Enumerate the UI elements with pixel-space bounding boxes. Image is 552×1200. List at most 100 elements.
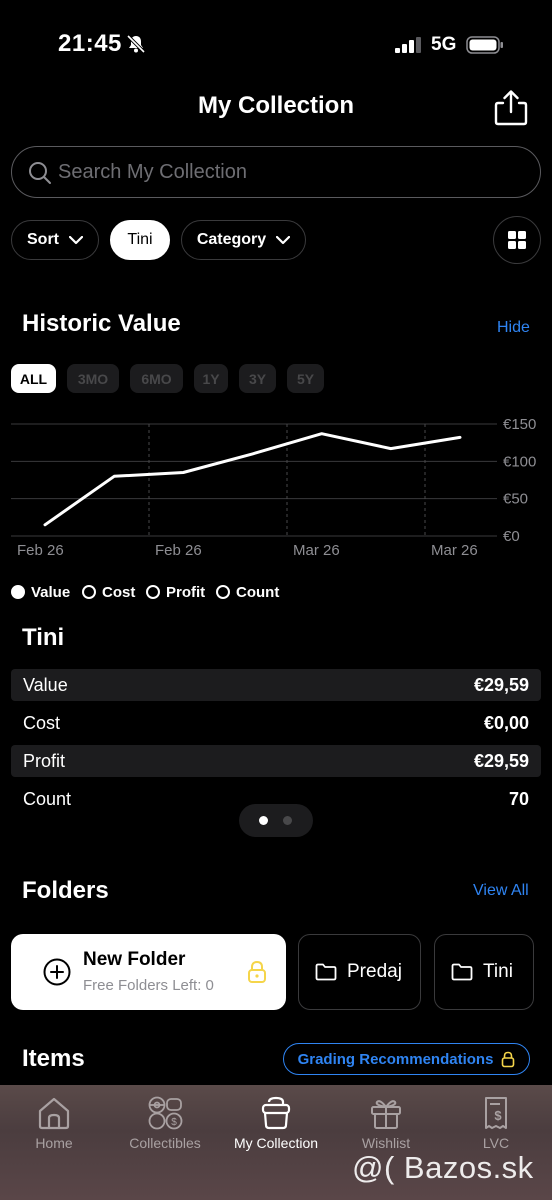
radio-icon [216, 585, 230, 599]
page-dot-active [259, 816, 268, 825]
category-button[interactable]: Category [181, 220, 306, 260]
lock-icon [248, 960, 266, 983]
grid-view-button[interactable] [493, 216, 541, 264]
view-all-link[interactable]: View All [473, 882, 529, 900]
plus-circle-icon [43, 958, 71, 986]
sort-button[interactable]: Sort [11, 220, 99, 260]
range-6mo[interactable]: 6MO [130, 364, 183, 393]
range-1y[interactable]: 1Y [194, 364, 228, 393]
stat-value: €29,59 [473, 750, 529, 771]
folder-tini[interactable]: Tini [434, 934, 534, 1010]
radio-icon [82, 585, 96, 599]
chevron-down-icon [276, 235, 291, 244]
chip-label: Tini [127, 231, 153, 248]
y-tick-label: €0 [503, 528, 520, 545]
stat-row-profit: Profit €29,59 [11, 745, 541, 777]
summary-title: Tini [22, 624, 65, 651]
range-5y[interactable]: 5Y [287, 364, 324, 393]
status-bar: 21:45 5G [0, 0, 552, 90]
folder-icon [315, 963, 337, 981]
x-tick-label: Mar 26 [431, 542, 478, 559]
x-tick-label: Mar 26 [293, 542, 340, 559]
grading-recommendations-button[interactable]: Grading Recommendations [283, 1043, 530, 1075]
tab-collectibles[interactable]: $ Collectibles [115, 1095, 215, 1151]
bell-muted-icon [126, 34, 146, 54]
range-3y[interactable]: 3Y [239, 364, 276, 393]
network-label: 5G [431, 34, 457, 55]
range-all[interactable]: ALL [11, 364, 56, 393]
share-icon[interactable] [492, 88, 530, 128]
signal-icon [395, 37, 421, 53]
grading-label: Grading Recommendations [297, 1050, 494, 1068]
status-time: 21:45 [58, 30, 122, 57]
items-title: Items [22, 1045, 85, 1072]
page-title: My Collection [197, 92, 354, 119]
collection-box-icon [261, 1096, 291, 1130]
legend-label: Value [31, 583, 71, 601]
page-dot [283, 816, 292, 825]
legend-label: Count [236, 583, 280, 601]
series-line [43, 432, 462, 527]
historic-value-chart: €150 €100 €50 €0 Feb 26 Feb 26 Mar 26 Mar 26 [11, 416, 536, 559]
legend-value[interactable]: Value [11, 582, 70, 602]
tab-my-collection[interactable]: My Collection [225, 1095, 327, 1151]
chevron-down-icon [69, 235, 83, 244]
radio-icon [146, 585, 160, 599]
sort-label: Sort [27, 231, 59, 248]
historic-value-title: Historic Value [22, 310, 181, 337]
stat-label: Cost [23, 712, 61, 733]
search-input[interactable] [58, 155, 518, 189]
stat-value: €0,00 [483, 712, 529, 733]
legend-profit[interactable]: Profit [146, 582, 205, 602]
category-label: Category [196, 231, 267, 248]
svg-text:$: $ [494, 1108, 502, 1123]
legend-label: Profit [166, 583, 206, 601]
stat-row-cost: Cost €0,00 [11, 707, 541, 739]
tab-home[interactable]: Home [4, 1095, 104, 1151]
stat-label: Value [23, 674, 68, 695]
gift-icon [371, 1100, 401, 1129]
receipt-icon: $ [485, 1097, 507, 1129]
y-tick-label: €100 [503, 453, 536, 470]
y-tick-label: €150 [503, 416, 536, 433]
y-tick-label: €50 [503, 491, 528, 508]
tab-label: Home [35, 1135, 73, 1151]
tab-label: Collectibles [129, 1135, 201, 1151]
folders-title: Folders [22, 877, 109, 904]
stat-label: Profit [23, 750, 66, 771]
watermark: @( Bazos.sk [352, 1150, 534, 1185]
new-folder-button[interactable]: New Folder Free Folders Left: 0 [11, 934, 286, 1010]
folder-predaj[interactable]: Predaj [298, 934, 421, 1010]
hide-button[interactable]: Hide [497, 319, 530, 337]
folder-icon [451, 963, 473, 981]
tab-wishlist[interactable]: Wishlist [336, 1095, 436, 1151]
new-folder-label: New Folder [83, 949, 186, 970]
svg-text:$: $ [171, 1117, 177, 1128]
radio-selected-icon [11, 585, 25, 599]
stat-value: 70 [508, 788, 529, 809]
grid-icon [508, 231, 526, 249]
stat-row-value: Value €29,59 [11, 669, 541, 701]
tab-label: LVC [482, 1135, 510, 1151]
x-tick-label: Feb 26 [17, 542, 64, 559]
chip-tini[interactable]: Tini [110, 220, 170, 260]
folder-label: Predaj [347, 961, 402, 982]
home-icon [38, 1097, 70, 1130]
folder-label: Tini [483, 961, 513, 982]
legend-count[interactable]: Count [216, 582, 279, 602]
tab-label: Wishlist [361, 1135, 411, 1151]
legend-cost[interactable]: Cost [82, 582, 135, 602]
stat-value: €29,59 [473, 674, 529, 695]
search-icon [29, 162, 51, 184]
range-3mo[interactable]: 3MO [67, 364, 119, 393]
tab-lvc[interactable]: $ LVC [446, 1095, 546, 1151]
battery-icon [466, 36, 503, 54]
lock-icon [502, 1051, 515, 1067]
collectibles-icon: $ [148, 1096, 183, 1130]
search-bar[interactable] [11, 146, 541, 198]
page-indicator[interactable] [239, 804, 313, 837]
tab-label: My Collection [233, 1135, 319, 1151]
legend-label: Cost [102, 583, 136, 601]
x-tick-label: Feb 26 [155, 542, 202, 559]
stat-label: Count [23, 788, 72, 809]
